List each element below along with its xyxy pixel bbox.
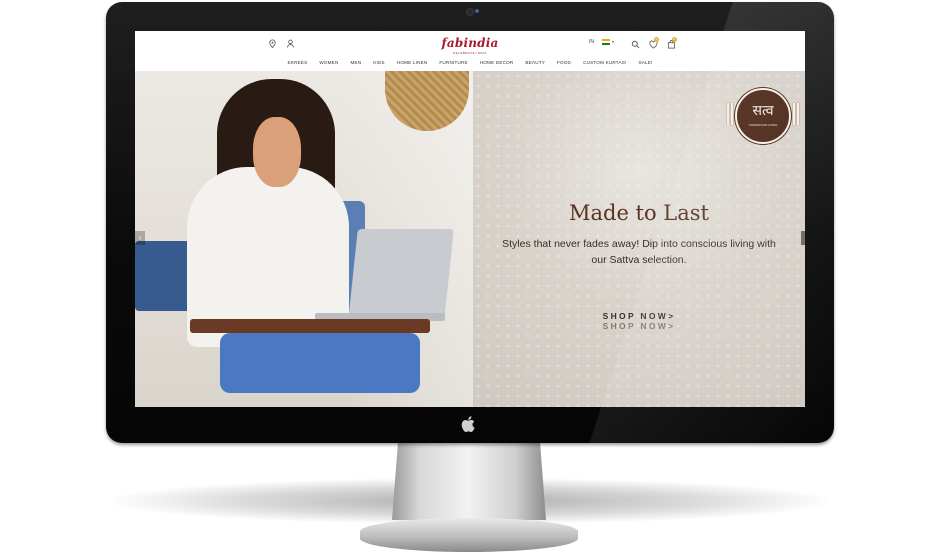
nav-item-ekrees[interactable]: EKREES — [288, 60, 308, 68]
shop-now-button[interactable]: SHOP NOW> — [473, 311, 805, 321]
india-flag-icon[interactable] — [602, 39, 610, 45]
chevron-down-icon[interactable]: ▾ — [612, 39, 614, 44]
monitor-stand-base — [360, 518, 578, 552]
fabindia-logo[interactable]: fabindia — [135, 36, 805, 50]
webcam-icon — [466, 8, 474, 16]
sattva-seal-text: सत्व — [752, 103, 774, 119]
main-navigation: EKREES WOMEN MEN KIDS HOME LINEN FURNITU… — [135, 60, 805, 68]
sattva-seal-subtitle: CONSCIOUS LIVING — [748, 123, 778, 127]
hero-glitch-strip: SHOP NOW> — [135, 321, 805, 367]
hero-glitch-overlay: SHOP NOW> — [135, 321, 805, 367]
blue-pillow — [135, 241, 190, 311]
nav-item-furniture[interactable]: FURNITURE — [439, 60, 467, 68]
seal-bracket-right — [797, 103, 799, 125]
nav-item-custom-kurtas[interactable]: CUSTOM KURTAS! — [583, 60, 626, 68]
carousel-next-arrow-icon[interactable] — [801, 231, 805, 245]
hero-title: Made to Last — [568, 201, 709, 225]
seal-bracket-left — [727, 103, 729, 125]
apple-logo-icon — [461, 416, 475, 432]
nav-item-home-linen[interactable]: HOME LINEN — [397, 60, 428, 68]
laptop — [348, 229, 454, 321]
nav-item-food[interactable]: FOOD — [557, 60, 571, 68]
cart-count-badge: 0 — [672, 37, 677, 42]
site-header: fabindia CELEBRATE INDIA IN ▾ 0 0 EKREES… — [135, 31, 805, 72]
browser-screen: fabindia CELEBRATE INDIA IN ▾ 0 0 EKREES… — [135, 31, 805, 407]
logo-tagline: CELEBRATE INDIA — [453, 51, 487, 55]
wishlist-count-badge: 0 — [654, 37, 659, 42]
country-code[interactable]: IN — [589, 39, 594, 45]
camera-indicator-light — [475, 9, 479, 13]
model-face — [253, 117, 301, 187]
nav-item-beauty[interactable]: BEAUTY — [525, 60, 545, 68]
monitor-stand — [392, 440, 546, 520]
nav-item-kids[interactable]: KIDS — [373, 60, 385, 68]
nav-item-men[interactable]: MEN — [350, 60, 361, 68]
nav-item-sale[interactable]: SALE! — [638, 60, 652, 68]
nav-item-home-decor[interactable]: HOME DECOR — [480, 60, 514, 68]
seal-bracket-left — [731, 103, 733, 125]
nav-item-women[interactable]: WOMEN — [319, 60, 338, 68]
seal-bracket-right — [793, 103, 795, 125]
search-icon[interactable] — [631, 40, 640, 49]
shop-now-duplicate: SHOP NOW> — [602, 321, 676, 331]
hero-description: Styles that never fades away! Dip into c… — [502, 238, 776, 266]
carousel-prev-arrow-icon[interactable]: ‹ — [135, 231, 145, 245]
